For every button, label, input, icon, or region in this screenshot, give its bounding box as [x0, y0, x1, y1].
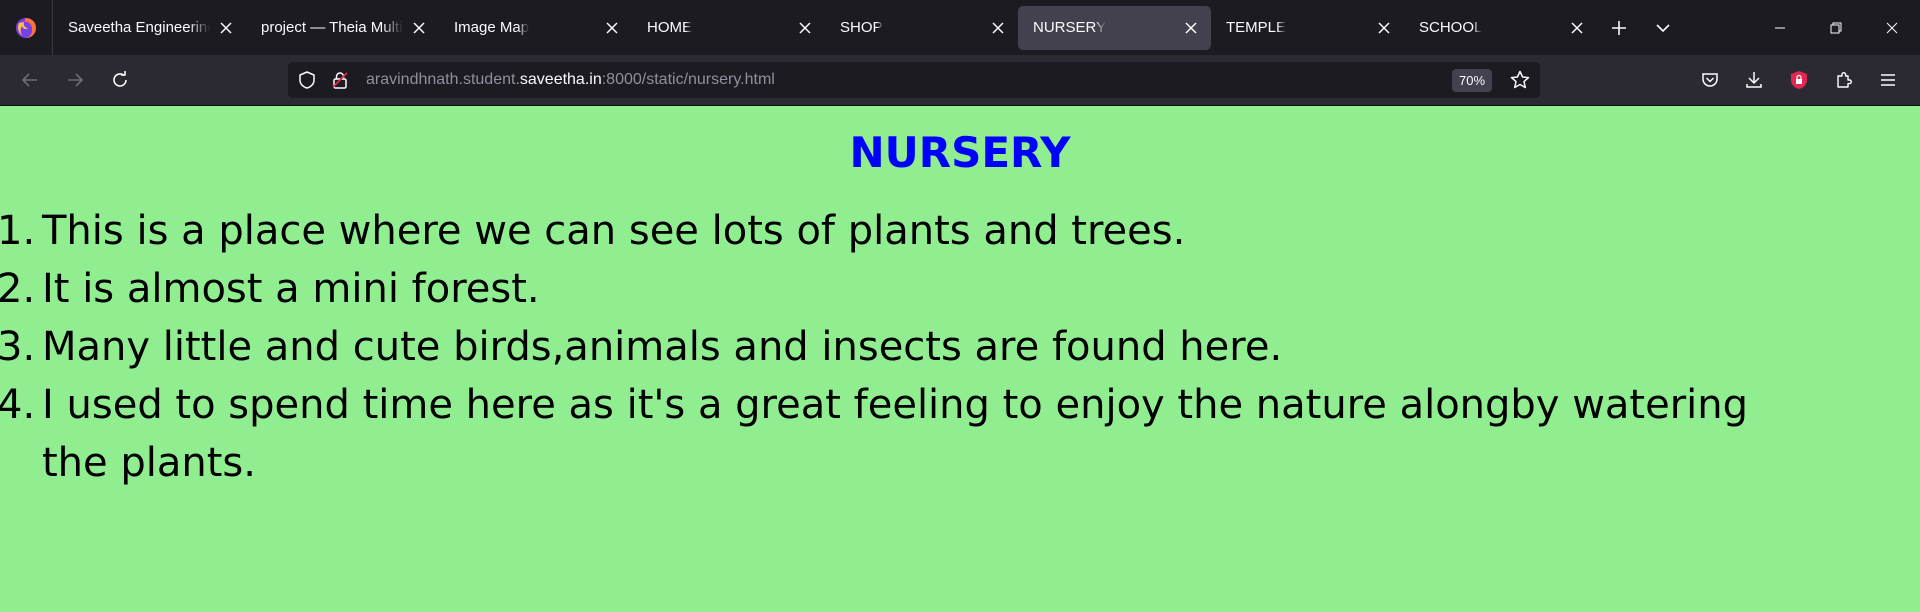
close-tab-icon[interactable] — [988, 18, 1008, 38]
tracking-protection-shield-icon[interactable] — [296, 69, 318, 91]
extension-button[interactable] — [1782, 63, 1816, 97]
tab-label: HOME — [647, 19, 692, 36]
list-item-number: 2. — [0, 266, 36, 312]
firefox-view-button[interactable] — [0, 0, 53, 55]
url-text[interactable]: aravindhnath.student.saveetha.in:8000/st… — [366, 62, 775, 98]
chevron-down-icon — [1656, 23, 1670, 32]
arrow-right-icon — [68, 73, 84, 87]
shield-lock-extension-icon — [1791, 71, 1807, 89]
extensions-button[interactable] — [1827, 63, 1861, 97]
back-button[interactable] — [13, 63, 47, 97]
tab-label: NURSERY — [1033, 19, 1107, 36]
tab-label: TEMPLE — [1226, 19, 1287, 36]
page-content: NURSERY 1. This is a place where we can s… — [0, 106, 1920, 612]
tab-label: Saveetha Engineering — [68, 19, 210, 36]
tab-label: Image Map — [454, 19, 530, 36]
hamburger-menu-icon — [1881, 74, 1895, 86]
tab-label: SCHOOL — [1419, 19, 1483, 36]
tab-nursery[interactable]: NURSERY — [1018, 5, 1211, 50]
list-item: 3. Many little and cute birds,animals and… — [0, 318, 1800, 376]
tab-saveetha-engineering[interactable]: Saveetha Engineering — [53, 6, 246, 50]
restore-icon — [1830, 22, 1842, 33]
nursery-list: 1. This is a place where we can see lots … — [0, 202, 1800, 492]
new-tab-button[interactable] — [1597, 6, 1641, 50]
tab-home[interactable]: HOME — [632, 6, 825, 50]
close-icon — [1886, 22, 1898, 33]
address-bar[interactable]: aravindhnath.student.saveetha.in:8000/st… — [288, 62, 1540, 98]
tab-label: project — Theia Multi- — [261, 19, 403, 36]
reload-button[interactable] — [103, 63, 137, 97]
close-tab-icon[interactable] — [1374, 18, 1394, 38]
url-suffix: :8000/static/nursery.html — [601, 71, 775, 88]
minimize-button[interactable] — [1752, 0, 1808, 55]
list-item: 2. It is almost a mini forest. — [0, 260, 1800, 318]
arrow-left-icon — [21, 73, 37, 87]
pocket-button[interactable] — [1693, 63, 1727, 97]
list-item: 1. This is a place where we can see lots … — [0, 202, 1800, 260]
close-window-button[interactable] — [1864, 0, 1920, 55]
url-host: saveetha.in — [519, 71, 602, 88]
close-tab-icon[interactable] — [602, 18, 622, 38]
tab-project-theia[interactable]: project — Theia Multi- — [246, 6, 439, 50]
app-menu-button[interactable] — [1871, 63, 1905, 97]
reload-icon — [113, 71, 127, 87]
downloads-button[interactable] — [1737, 63, 1771, 97]
close-tab-icon[interactable] — [216, 18, 236, 38]
tab-label: SHOP — [840, 19, 883, 36]
bookmark-star-icon[interactable] — [1509, 69, 1531, 91]
download-icon — [1746, 72, 1762, 88]
firefox-logo-icon — [16, 17, 36, 38]
list-item-number: 1. — [0, 208, 36, 254]
list-all-tabs-button[interactable] — [1641, 6, 1685, 50]
tab-school[interactable]: SCHOOL — [1404, 6, 1597, 50]
window-controls — [1752, 0, 1920, 55]
list-item-text: It is almost a mini forest. — [42, 266, 540, 312]
list-item-number: 4. — [0, 382, 36, 428]
list-item: 4. I used to spend time here as it's a gr… — [0, 376, 1800, 492]
close-tab-icon[interactable] — [1567, 18, 1587, 38]
list-item-text: This is a place where we can see lots of… — [42, 208, 1186, 254]
navigation-toolbar: aravindhnath.student.saveetha.in:8000/st… — [0, 55, 1920, 106]
tab-strip: Saveetha Engineering project — Theia Mul… — [0, 0, 1920, 55]
list-item-text: Many little and cute birds,animals and i… — [42, 324, 1283, 370]
list-item-text: I used to spend time here as it's a grea… — [42, 382, 1749, 486]
tab-temple[interactable]: TEMPLE — [1211, 6, 1404, 50]
zoom-reset-button[interactable]: 70% — [1452, 69, 1493, 92]
puzzle-piece-icon — [1837, 72, 1852, 88]
close-tab-icon[interactable] — [409, 18, 429, 38]
forward-button[interactable] — [58, 63, 92, 97]
list-item-number: 3. — [0, 324, 36, 370]
url-prefix: aravindhnath.student. — [366, 71, 520, 88]
tab-list: Saveetha Engineering project — Theia Mul… — [53, 0, 1685, 55]
pocket-icon — [1702, 73, 1718, 87]
page-title: NURSERY — [849, 128, 1071, 177]
tab-image-map[interactable]: Image Map — [439, 6, 632, 50]
insecure-lock-icon[interactable] — [329, 69, 351, 91]
restore-button[interactable] — [1808, 0, 1864, 55]
close-tab-icon[interactable] — [1181, 18, 1201, 38]
plus-icon — [1612, 20, 1626, 35]
minimize-icon — [1775, 27, 1785, 28]
tab-shop[interactable]: SHOP — [825, 6, 1018, 50]
close-tab-icon[interactable] — [795, 18, 815, 38]
